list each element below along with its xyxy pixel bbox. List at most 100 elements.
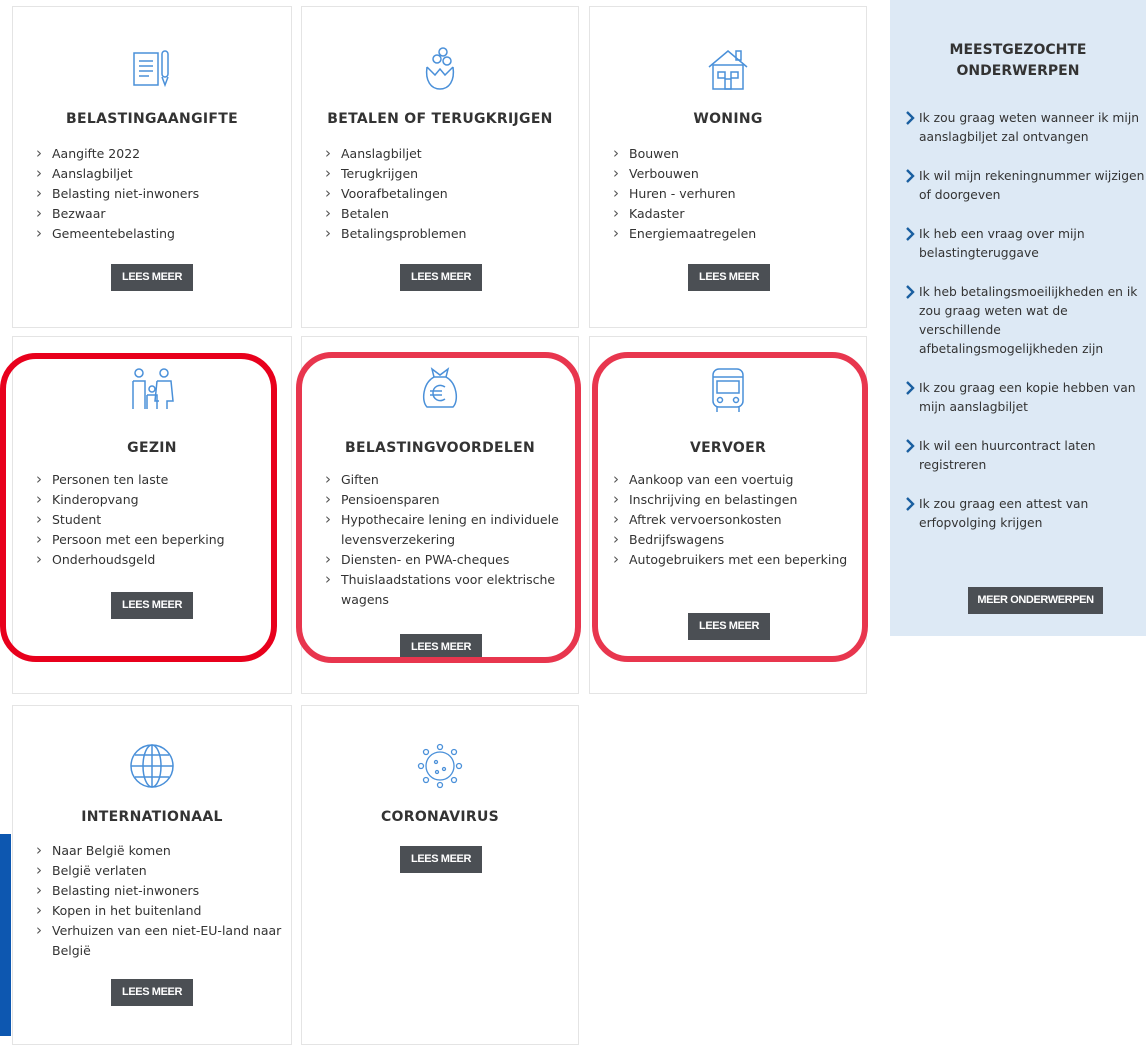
meer-onderwerpen-button[interactable]: MEER ONDERWERPEN	[968, 587, 1103, 614]
card-link-list: Aanslagbiljet Terugkrijgen Voorafbetalin…	[324, 143, 570, 244]
chevron-right-icon	[906, 111, 915, 125]
globe-icon	[127, 741, 177, 791]
lees-meer-button[interactable]: LEES MEER	[400, 264, 482, 291]
topic-link-label: Ik zou graag een attest van erfopvolging…	[919, 497, 1089, 530]
card-link[interactable]: Aangifte 2022	[35, 143, 283, 164]
lees-meer-button[interactable]: LEES MEER	[688, 264, 770, 291]
topic-link[interactable]: Ik zou graag een attest van erfopvolging…	[905, 495, 1146, 533]
card-link[interactable]: Autogebruikers met een beperking	[612, 549, 858, 570]
card-link[interactable]: Kopen in het buitenland	[35, 900, 283, 921]
card-link[interactable]: Kadaster	[612, 203, 858, 224]
card-title: BETALEN OF TERUGKRIJGEN	[327, 111, 553, 127]
card-link[interactable]: Betalen	[324, 203, 570, 224]
card-link[interactable]: Hypothecaire lening en individuele leven…	[324, 509, 570, 550]
card-link-list: Bouwen Verbouwen Huren - verhuren Kadast…	[612, 143, 858, 244]
lees-meer-button[interactable]: LEES MEER	[400, 846, 482, 873]
card-link[interactable]: Personen ten laste	[35, 469, 283, 490]
virus-icon	[415, 741, 465, 791]
card-link[interactable]: Verhuizen van een niet-EU-land naar Belg…	[35, 920, 283, 961]
card-link-list: Giften Pensioensparen Hypothecaire lenin…	[324, 469, 570, 610]
category-card-gezin: GEZIN Personen ten laste Kinderopvang St…	[12, 336, 292, 694]
card-link[interactable]: Aankoop van een voertuig	[612, 469, 858, 490]
card-title: GEZIN	[127, 440, 177, 456]
most-searched-topics-panel: MEESTGEZOCHTE ONDERWERPEN Ik zou graag w…	[890, 0, 1146, 636]
card-title: WONING	[693, 111, 763, 127]
card-link[interactable]: Bouwen	[612, 143, 858, 164]
category-card-woning: WONING Bouwen Verbouwen Huren - verhuren…	[589, 6, 867, 328]
bus-icon	[703, 365, 753, 415]
card-link[interactable]: Huren - verhuren	[612, 183, 858, 204]
card-title: CORONAVIRUS	[380, 809, 500, 825]
topic-link[interactable]: Ik wil mijn rekeningnummer wijzigen of d…	[905, 167, 1146, 205]
card-link[interactable]: Energiemaatregelen	[612, 223, 858, 244]
left-edge-blue-bar	[0, 834, 11, 1036]
card-title: BELASTINGVOORDELEN	[345, 440, 535, 456]
card-link[interactable]: Bezwaar	[35, 203, 283, 224]
topic-link-label: Ik zou graag weten wanneer ik mijn aansl…	[919, 111, 1140, 144]
card-link[interactable]: Verbouwen	[612, 163, 858, 184]
card-link[interactable]: Voorafbetalingen	[324, 183, 570, 204]
chevron-right-icon	[906, 497, 915, 511]
card-link-list: Personen ten laste Kinderopvang Student …	[35, 469, 283, 570]
lees-meer-button[interactable]: LEES MEER	[111, 264, 193, 291]
card-link[interactable]: Aanslagbiljet	[324, 143, 570, 164]
lees-meer-button[interactable]: LEES MEER	[400, 634, 482, 661]
card-link[interactable]: Diensten- en PWA-cheques	[324, 549, 570, 570]
card-link[interactable]: Thuislaadstations voor elektrische wagen…	[324, 569, 570, 610]
card-link[interactable]: Gemeentebelasting	[35, 223, 283, 244]
card-link[interactable]: Kinderopvang	[35, 489, 283, 510]
money-bag-coins-icon	[415, 45, 465, 95]
topic-link[interactable]: Ik zou graag een kopie hebben van mijn a…	[905, 379, 1146, 417]
house-icon	[703, 45, 753, 95]
card-link[interactable]: Persoon met een beperking	[35, 529, 283, 550]
card-link[interactable]: Aftrek vervoersonkosten	[612, 509, 858, 530]
chevron-right-icon	[906, 169, 915, 183]
card-link[interactable]: Aanslagbiljet	[35, 163, 283, 184]
card-link[interactable]: Betalingsproblemen	[324, 223, 570, 244]
category-card-coronavirus: CORONAVIRUS LEES MEER	[301, 705, 579, 1045]
category-card-belastingaangifte: BELASTINGAANGIFTE Aangifte 2022 Aanslagb…	[12, 6, 292, 328]
euro-bag-icon	[415, 363, 465, 413]
category-card-vervoer: VERVOER Aankoop van een voertuig Inschri…	[589, 336, 867, 694]
card-link[interactable]: Bedrijfswagens	[612, 529, 858, 550]
panel-title-line: MEESTGEZOCHTE	[949, 42, 1087, 58]
family-icon	[127, 365, 177, 415]
document-pen-icon	[127, 45, 177, 95]
lees-meer-button[interactable]: LEES MEER	[111, 592, 193, 619]
chevron-right-icon	[906, 227, 915, 241]
card-link[interactable]: Onderhoudsgeld	[35, 549, 283, 570]
topic-link-label: Ik zou graag een kopie hebben van mijn a…	[919, 381, 1136, 414]
topic-link[interactable]: Ik wil een huurcontract laten registrere…	[905, 437, 1146, 475]
card-link-list: Naar België komen België verlaten Belast…	[35, 840, 283, 961]
card-title: VERVOER	[689, 440, 767, 456]
category-card-betalen: BETALEN OF TERUGKRIJGEN Aanslagbiljet Te…	[301, 6, 579, 328]
category-card-belastingvoordelen: BELASTINGVOORDELEN Giften Pensioensparen…	[301, 336, 579, 694]
topic-link[interactable]: Ik heb betalingsmoeilijkheden en ik zou …	[905, 283, 1146, 359]
card-link[interactable]: België verlaten	[35, 860, 283, 881]
chevron-right-icon	[906, 285, 915, 299]
topic-link-label: Ik wil mijn rekeningnummer wijzigen of d…	[919, 169, 1145, 202]
card-link[interactable]: Naar België komen	[35, 840, 283, 861]
panel-title: MEESTGEZOCHTE ONDERWERPEN	[890, 40, 1146, 82]
card-link-list: Aankoop van een voertuig Inschrijving en…	[612, 469, 858, 570]
card-link[interactable]: Inschrijving en belastingen	[612, 489, 858, 510]
card-title: INTERNATIONAAL	[81, 809, 223, 825]
category-card-internationaal: INTERNATIONAAL Naar België komen België …	[12, 705, 292, 1045]
topic-link-label: Ik wil een huurcontract laten registrere…	[919, 439, 1096, 472]
topic-link-label: Ik heb betalingsmoeilijkheden en ik zou …	[919, 285, 1138, 356]
lees-meer-button[interactable]: LEES MEER	[688, 613, 770, 640]
card-link[interactable]: Terugkrijgen	[324, 163, 570, 184]
lees-meer-button[interactable]: LEES MEER	[111, 979, 193, 1006]
card-link[interactable]: Belasting niet-inwoners	[35, 183, 283, 204]
card-link[interactable]: Pensioensparen	[324, 489, 570, 510]
card-link[interactable]: Belasting niet-inwoners	[35, 880, 283, 901]
card-link[interactable]: Giften	[324, 469, 570, 490]
chevron-right-icon	[906, 381, 915, 395]
card-title: BELASTINGAANGIFTE	[66, 111, 238, 127]
topic-link[interactable]: Ik heb een vraag over mijn belastingteru…	[905, 225, 1146, 263]
card-link-list: Aangifte 2022 Aanslagbiljet Belasting ni…	[35, 143, 283, 244]
topic-link-list: Ik zou graag weten wanneer ik mijn aansl…	[905, 109, 1146, 553]
panel-title-line: ONDERWERPEN	[956, 63, 1080, 79]
card-link[interactable]: Student	[35, 509, 283, 530]
topic-link[interactable]: Ik zou graag weten wanneer ik mijn aansl…	[905, 109, 1146, 147]
